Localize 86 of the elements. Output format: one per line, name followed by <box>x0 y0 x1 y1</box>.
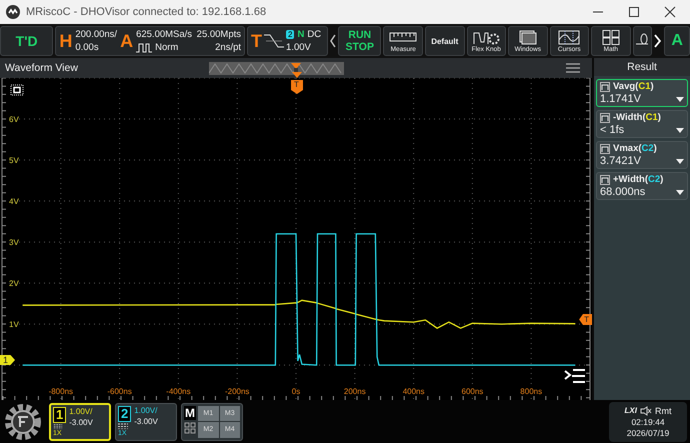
y-axis-label: 1V <box>9 320 19 330</box>
dropdown-icon[interactable] <box>676 96 684 102</box>
math-letter: M <box>184 406 196 420</box>
measurement-value: 3.7421V <box>600 155 641 167</box>
rising-edge-icon <box>264 33 284 49</box>
measure-icon <box>600 144 610 154</box>
timebase-value: 200.00ns/ <box>75 29 118 40</box>
grid-icon <box>184 422 196 434</box>
measurement-item[interactable]: Vmax(C2) 3.7421V <box>596 141 688 169</box>
measurement-value: < 1fs <box>600 124 624 136</box>
y-axis-label: 5V <box>9 156 19 166</box>
channel-offset: -3.00V <box>69 418 93 426</box>
trigger-source-badge: 2 <box>286 30 294 39</box>
memory-depth-value: 25.00Mpts <box>196 29 242 40</box>
panel-title: Result <box>594 58 690 76</box>
channel-number: 1 <box>53 406 66 422</box>
window-title: MRiscoC - DHOVisor connected to: 192.168.1.68 <box>26 6 268 18</box>
measurement-name: Vmax(C2) <box>613 143 657 154</box>
menu-icon[interactable] <box>566 63 580 73</box>
expand-menu-icon[interactable] <box>564 368 586 384</box>
y-axis-label: 6V <box>9 115 19 124</box>
y-axis-label: 2V <box>9 279 19 288</box>
scroll-right-icon[interactable] <box>654 34 662 48</box>
channel-offset: -3.00V <box>134 416 158 426</box>
waveform-overview-drawing[interactable] <box>209 62 344 74</box>
dropdown-icon[interactable] <box>676 158 684 164</box>
trigger-coupling: DC <box>307 29 322 40</box>
x-axis-label: -800ns <box>48 387 74 396</box>
remote-label: Rmt <box>654 406 672 416</box>
x-axis-label: 200ns <box>344 387 366 396</box>
x-axis-label: -600ns <box>107 387 132 396</box>
center-icon[interactable] <box>10 84 24 96</box>
dropdown-icon[interactable] <box>676 190 684 194</box>
resolution-value: 2ns/pt <box>215 42 242 53</box>
knob-icon <box>472 30 500 44</box>
acquire-letter: A <box>120 30 134 52</box>
clock-time: 02:19:44 <box>631 416 665 426</box>
gear-icon[interactable] <box>3 402 43 442</box>
lxi-label: LXI <box>624 406 637 415</box>
speaker-muted-icon[interactable] <box>640 406 652 416</box>
channel-number: 2 <box>118 406 132 422</box>
trigger-letter: T <box>251 30 262 52</box>
default-button[interactable]: Default <box>425 26 465 56</box>
run-stop-button[interactable]: RUN STOP <box>338 26 382 56</box>
time-offset-value: 0.00s <box>75 42 100 53</box>
coupling-icon <box>53 424 63 428</box>
measure-icon <box>600 112 610 122</box>
x-axis-label: -200ns <box>224 387 250 396</box>
clock-date: 2026/07/19 <box>626 428 670 438</box>
close-icon[interactable] <box>664 6 676 18</box>
x-axis-label: -400ns <box>166 387 191 396</box>
x-axis-label: 400ns <box>402 387 424 396</box>
channel-scale: 1.00V/ <box>69 406 93 416</box>
acquire-mode: Norm <box>155 42 178 53</box>
measurement-name: +Width(C2) <box>613 174 664 185</box>
maximize-icon[interactable] <box>628 6 640 18</box>
mode-button[interactable]: T'D <box>0 26 54 56</box>
measurement-item[interactable]: Vavg(C1) 1.1741V <box>596 79 688 107</box>
measure-icon <box>600 82 610 92</box>
trigger-level-value: 1.00V <box>286 42 312 53</box>
measurement-item[interactable]: -Width(C1) < 1fs <box>596 110 688 138</box>
measurement-value: 68.000ns <box>600 186 646 198</box>
measure-icon <box>600 174 610 184</box>
x-axis-label: 800ns <box>520 387 542 396</box>
toolbar-button[interactable] <box>632 26 652 56</box>
trigger-sweep: N <box>297 29 304 40</box>
y-axis-label: 4V <box>9 197 19 206</box>
channel-scale: 1.00V/ <box>134 406 158 414</box>
measurement-name: -Width(C1) <box>613 112 661 123</box>
measurement-name: Vavg(C1) <box>613 81 654 92</box>
x-axis-label: 600ns <box>462 387 484 396</box>
coupling-icon <box>118 422 128 428</box>
app-logo-icon <box>6 5 20 19</box>
panel-title: Waveform View <box>5 62 79 74</box>
ruler-icon <box>389 30 418 44</box>
sample-rate-value: 625.00MSa/s <box>136 29 192 40</box>
y-axis-label: 3V <box>9 238 19 248</box>
scroll-left-icon[interactable] <box>330 34 336 48</box>
pulse-icon <box>136 42 152 52</box>
x-axis-label: 0s <box>292 387 300 396</box>
trigger-panel[interactable]: T 2 N DC 1.00V <box>247 26 328 56</box>
measurement-value: 1.1741V <box>600 93 641 105</box>
horizontal-letter: H <box>59 30 72 52</box>
dropdown-icon[interactable] <box>676 128 684 132</box>
measurement-item[interactable]: +Width(C2) 68.000ns <box>596 172 688 200</box>
auto-button[interactable]: A <box>664 26 690 56</box>
